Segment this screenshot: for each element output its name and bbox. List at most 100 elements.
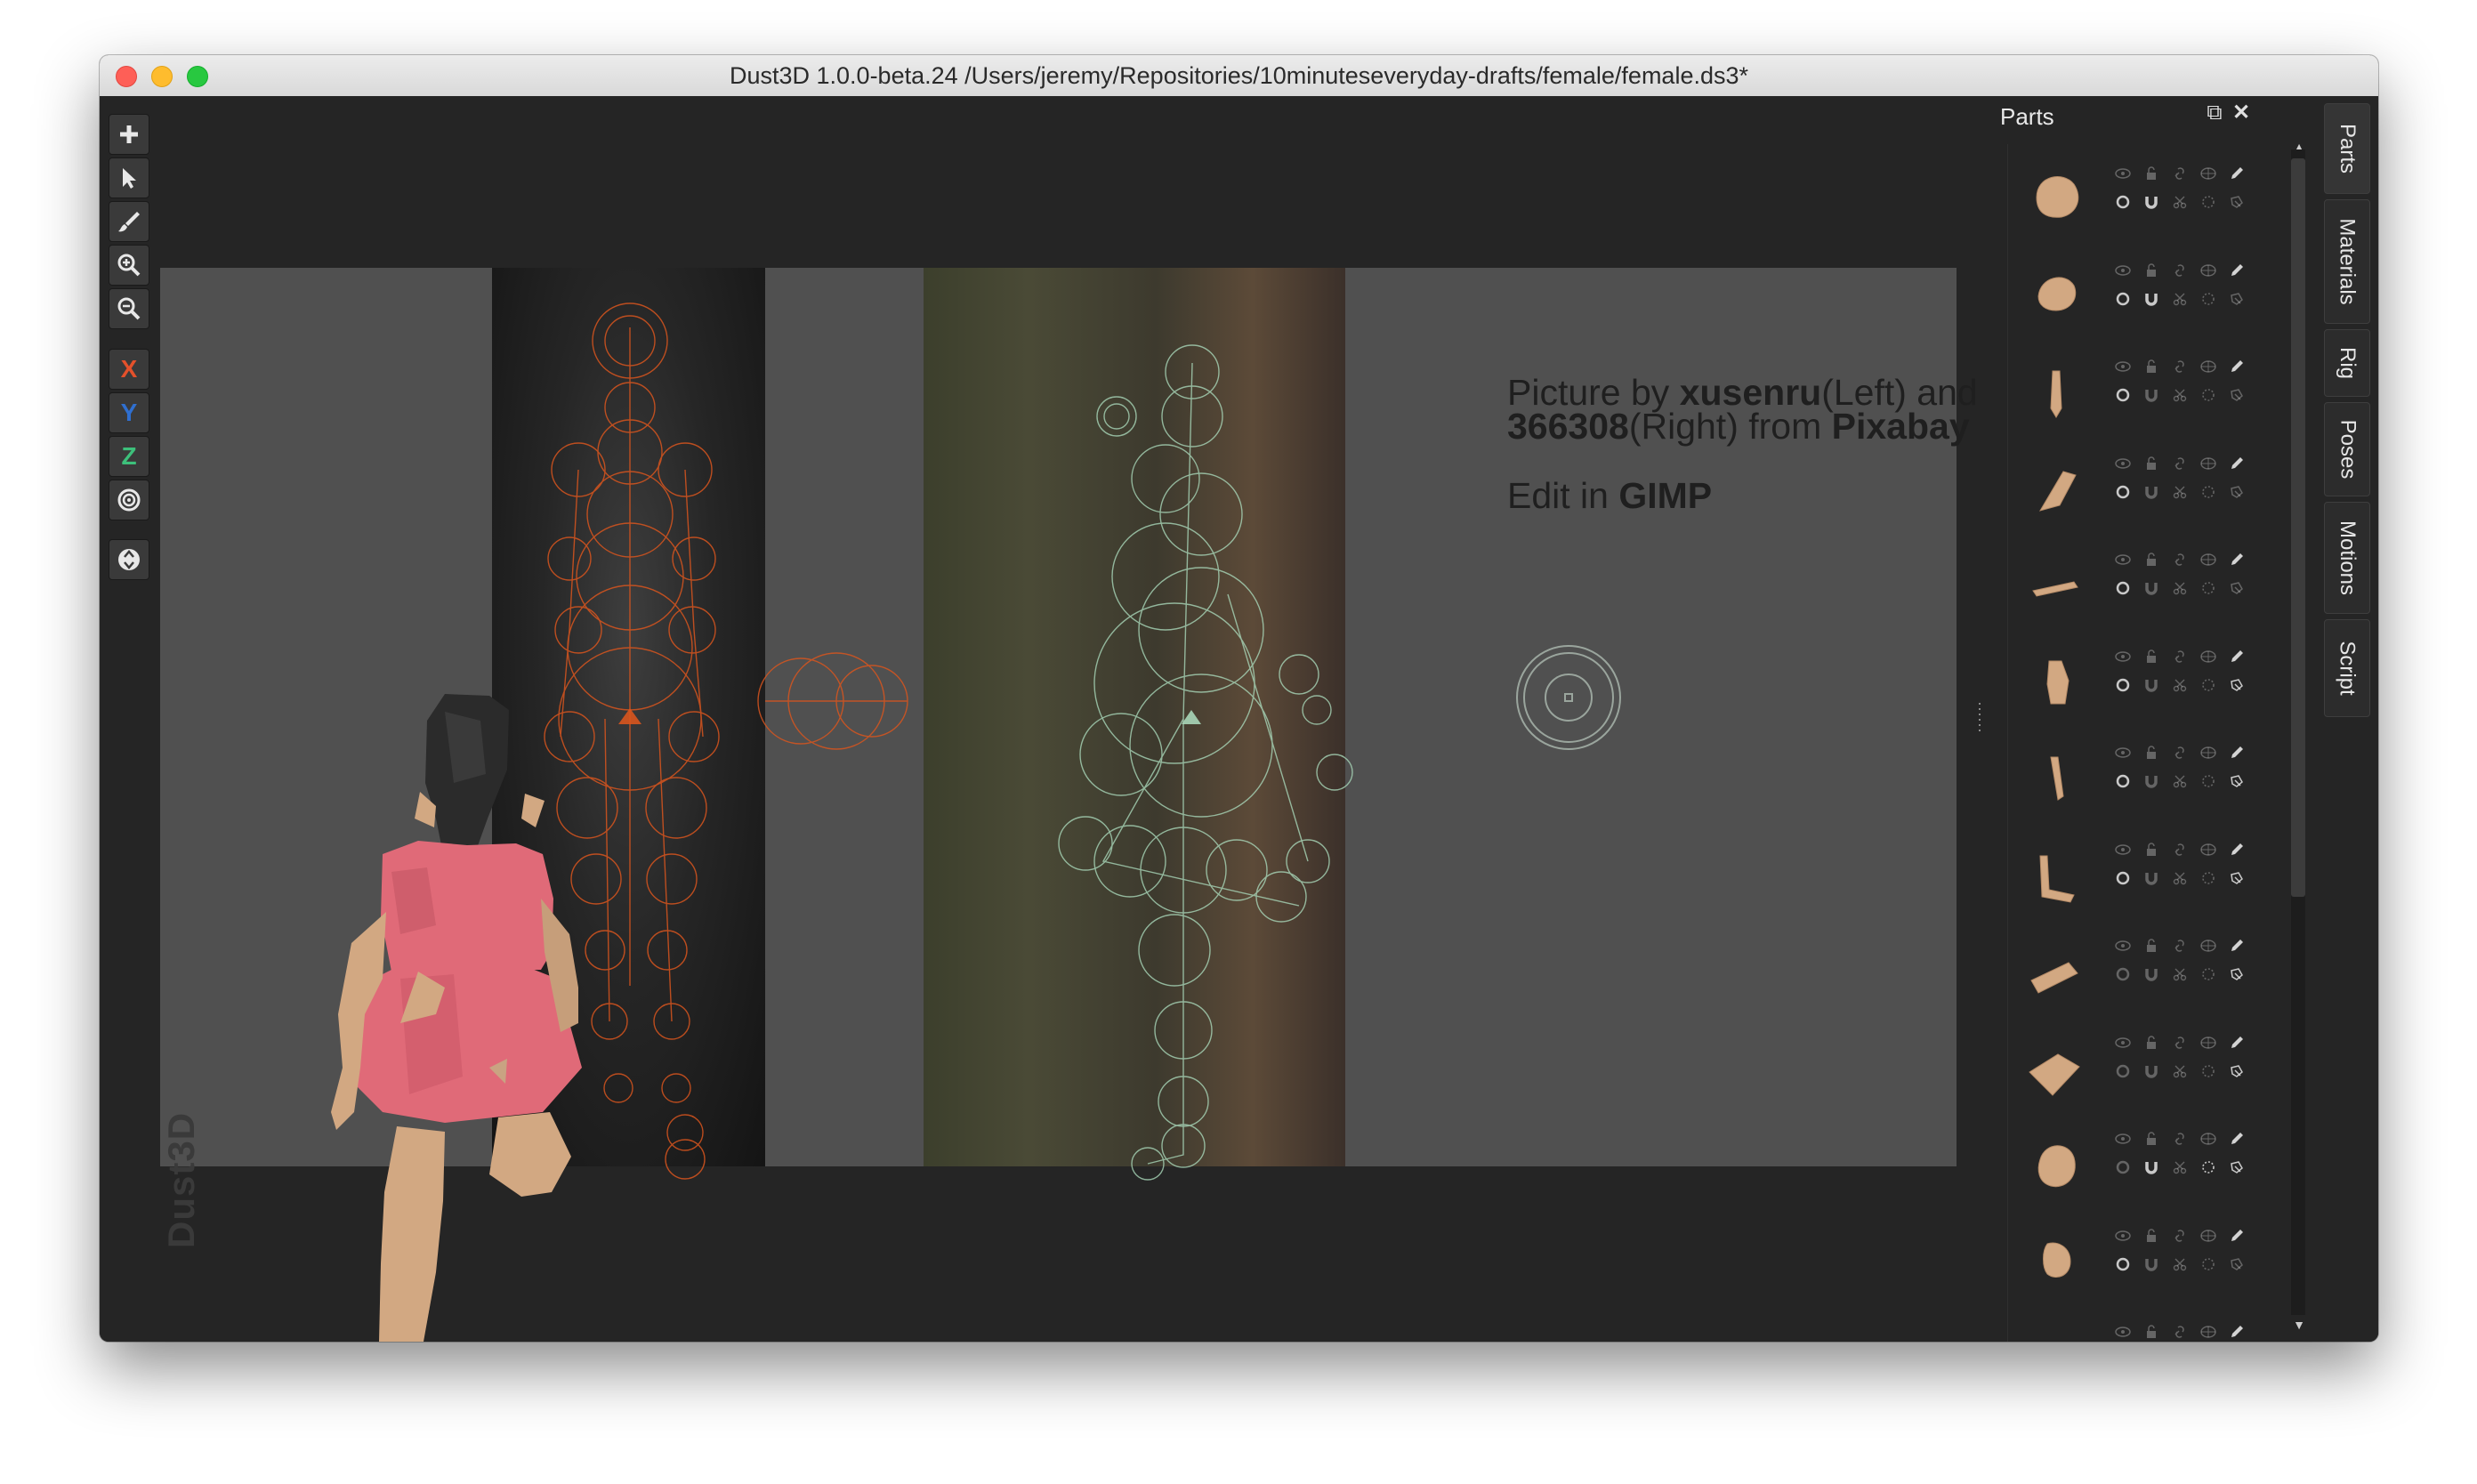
- deform-icon[interactable]: [2199, 1157, 2218, 1177]
- xray-icon[interactable]: [2227, 289, 2247, 309]
- y-axis-lock-button[interactable]: Y: [109, 392, 149, 433]
- rounded-end-icon[interactable]: [2113, 675, 2133, 695]
- link-icon[interactable]: [2170, 840, 2190, 859]
- lock-icon[interactable]: [2142, 1226, 2161, 1246]
- part-list-item[interactable]: [2008, 434, 2293, 530]
- color-picker-icon[interactable]: [2227, 261, 2247, 280]
- deform-icon[interactable]: [2199, 1254, 2218, 1274]
- rounded-end-icon[interactable]: [2113, 771, 2133, 791]
- deform-icon[interactable]: [2199, 385, 2218, 405]
- subdivide-mesh-icon[interactable]: [2199, 743, 2218, 762]
- radius-lock-button[interactable]: [109, 480, 149, 520]
- link-icon[interactable]: [2170, 1322, 2190, 1342]
- visibility-eye-icon[interactable]: [2113, 550, 2133, 569]
- visibility-eye-icon[interactable]: [2113, 261, 2133, 280]
- xray-icon[interactable]: [2227, 482, 2247, 502]
- visibility-eye-icon[interactable]: [2113, 1226, 2133, 1246]
- rounded-end-icon[interactable]: [2113, 1254, 2133, 1274]
- link-icon[interactable]: [2170, 164, 2190, 183]
- rounded-end-icon[interactable]: [2113, 964, 2133, 984]
- rounded-end-icon[interactable]: [2113, 578, 2133, 598]
- deform-icon[interactable]: [2199, 482, 2218, 502]
- link-icon[interactable]: [2170, 1129, 2190, 1149]
- color-picker-icon[interactable]: [2227, 1322, 2247, 1342]
- tab-script[interactable]: Script: [2324, 619, 2370, 717]
- color-picker-icon[interactable]: [2227, 647, 2247, 666]
- cut-icon[interactable]: [2170, 675, 2190, 695]
- part-list-item[interactable]: [2008, 916, 2293, 1012]
- deform-icon[interactable]: [2199, 192, 2218, 212]
- close-icon[interactable]: ✕: [2230, 101, 2253, 125]
- visibility-eye-icon[interactable]: [2113, 454, 2133, 473]
- mirror-magnet-icon[interactable]: [2142, 482, 2161, 502]
- color-picker-icon[interactable]: [2227, 164, 2247, 183]
- link-icon[interactable]: [2170, 1033, 2190, 1053]
- xray-icon[interactable]: [2227, 1157, 2247, 1177]
- lock-icon[interactable]: [2142, 743, 2161, 762]
- parts-scrollbar[interactable]: ▲ ▼: [2288, 96, 2310, 1342]
- lock-icon[interactable]: [2142, 647, 2161, 666]
- model-canvas[interactable]: Picture by xusenru(Left) and 366308(Righ…: [160, 96, 2078, 1342]
- mirror-magnet-icon[interactable]: [2142, 289, 2161, 309]
- zoom-out-button[interactable]: [109, 288, 149, 329]
- model-preview[interactable]: [311, 694, 650, 1342]
- rounded-end-icon[interactable]: [2113, 192, 2133, 212]
- mirror-magnet-icon[interactable]: [2142, 1157, 2161, 1177]
- lock-icon[interactable]: [2142, 454, 2161, 473]
- lock-icon[interactable]: [2142, 1033, 2161, 1053]
- link-icon[interactable]: [2170, 743, 2190, 762]
- rounded-end-icon[interactable]: [2113, 482, 2133, 502]
- visibility-eye-icon[interactable]: [2113, 840, 2133, 859]
- visibility-eye-icon[interactable]: [2113, 647, 2133, 666]
- link-icon[interactable]: [2170, 454, 2190, 473]
- deform-icon[interactable]: [2199, 964, 2218, 984]
- xray-icon[interactable]: [2227, 868, 2247, 888]
- cut-icon[interactable]: [2170, 482, 2190, 502]
- parts-list[interactable]: [2007, 144, 2311, 1342]
- visibility-eye-icon[interactable]: [2113, 357, 2133, 376]
- mirror-magnet-icon[interactable]: [2142, 964, 2161, 984]
- subdivide-mesh-icon[interactable]: [2199, 261, 2218, 280]
- xray-icon[interactable]: [2227, 192, 2247, 212]
- color-picker-icon[interactable]: [2227, 1033, 2247, 1053]
- visibility-eye-icon[interactable]: [2113, 1129, 2133, 1149]
- cut-icon[interactable]: [2170, 1061, 2190, 1081]
- subdivide-mesh-icon[interactable]: [2199, 454, 2218, 473]
- cut-icon[interactable]: [2170, 1157, 2190, 1177]
- subdivide-mesh-icon[interactable]: [2199, 1129, 2218, 1149]
- visibility-eye-icon[interactable]: [2113, 164, 2133, 183]
- cut-icon[interactable]: [2170, 289, 2190, 309]
- xray-icon[interactable]: [2227, 1254, 2247, 1274]
- mirror-magnet-icon[interactable]: [2142, 771, 2161, 791]
- regenerate-button[interactable]: [109, 539, 149, 580]
- mirror-magnet-icon[interactable]: [2142, 868, 2161, 888]
- part-list-item[interactable]: [2008, 530, 2293, 626]
- mirror-magnet-icon[interactable]: [2142, 1061, 2161, 1081]
- cut-icon[interactable]: [2170, 964, 2190, 984]
- deform-icon[interactable]: [2199, 868, 2218, 888]
- mirror-magnet-icon[interactable]: [2142, 385, 2161, 405]
- part-list-item[interactable]: [2008, 241, 2293, 337]
- part-list-item[interactable]: [2008, 337, 2293, 433]
- xray-icon[interactable]: [2227, 675, 2247, 695]
- xray-icon[interactable]: [2227, 1061, 2247, 1081]
- part-list-item[interactable]: [2008, 820, 2293, 916]
- lock-icon[interactable]: [2142, 1129, 2161, 1149]
- rounded-end-icon[interactable]: [2113, 289, 2133, 309]
- link-icon[interactable]: [2170, 261, 2190, 280]
- color-picker-icon[interactable]: [2227, 743, 2247, 762]
- cut-icon[interactable]: [2170, 1254, 2190, 1274]
- mirror-magnet-icon[interactable]: [2142, 192, 2161, 212]
- lock-icon[interactable]: [2142, 357, 2161, 376]
- color-picker-icon[interactable]: [2227, 550, 2247, 569]
- subdivide-mesh-icon[interactable]: [2199, 1322, 2218, 1342]
- link-icon[interactable]: [2170, 1226, 2190, 1246]
- rounded-end-icon[interactable]: [2113, 385, 2133, 405]
- color-picker-icon[interactable]: [2227, 936, 2247, 956]
- mirror-magnet-icon[interactable]: [2142, 1254, 2161, 1274]
- x-axis-lock-button[interactable]: X: [109, 349, 149, 390]
- cut-icon[interactable]: [2170, 868, 2190, 888]
- zoom-in-button[interactable]: [109, 245, 149, 286]
- visibility-eye-icon[interactable]: [2113, 743, 2133, 762]
- panel-splitter-handle[interactable]: [1977, 701, 1982, 737]
